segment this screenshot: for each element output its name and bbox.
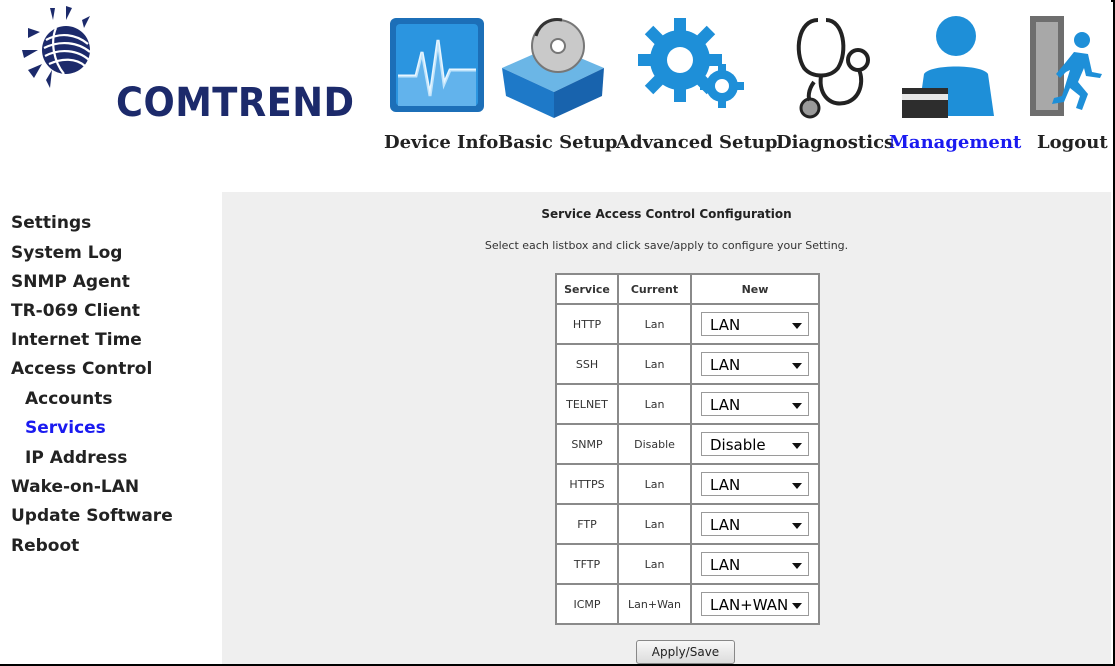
current-cell: Lan [618, 504, 691, 544]
sidebar-item-services[interactable]: Services [25, 418, 106, 438]
access-select[interactable]: LAN [701, 552, 809, 576]
service-cell: SSH [556, 344, 618, 384]
new-cell: LAN [691, 344, 819, 384]
sidebar-item-settings[interactable]: Settings [11, 213, 91, 233]
chevron-down-icon [792, 363, 802, 369]
access-select[interactable]: LAN [701, 392, 809, 416]
service-cell: TFTP [556, 544, 618, 584]
sidebar-item-accounts[interactable]: Accounts [25, 389, 112, 409]
header-current: Current [618, 274, 691, 304]
select-value: Disable [710, 436, 766, 454]
table-row: ICMP Lan+Wan LAN+WAN [556, 584, 819, 624]
sidebar-item-wake-on-lan[interactable]: Wake-on-LAN [11, 477, 139, 497]
new-cell: LAN [691, 464, 819, 504]
page-title: Service Access Control Configuration [541, 207, 792, 221]
new-cell: LAN [691, 544, 819, 584]
new-cell: Disable [691, 424, 819, 464]
new-cell: LAN [691, 504, 819, 544]
select-value: LAN [710, 316, 741, 334]
access-select[interactable]: LAN [701, 312, 809, 336]
table-row: SNMP Disable Disable [556, 424, 819, 464]
apply-save-button[interactable]: Apply/Save [636, 640, 735, 664]
user-card-icon[interactable] [896, 12, 1008, 120]
sidebar-item-system-log[interactable]: System Log [11, 243, 122, 263]
select-value: LAN [710, 396, 741, 414]
table-row: SSH Lan LAN [556, 344, 819, 384]
monitor-graph-icon[interactable] [384, 12, 490, 120]
select-value: LAN [710, 556, 741, 574]
comtrend-logo-icon [22, 6, 91, 88]
table-row: HTTP Lan LAN [556, 304, 819, 344]
service-cell: FTP [556, 504, 618, 544]
gears-icon[interactable] [634, 12, 750, 120]
main-content: Service Access Control Configuration Sel… [222, 192, 1111, 664]
sidebar-item-reboot[interactable]: Reboot [11, 536, 79, 556]
sidebar-item-snmp-agent[interactable]: SNMP Agent [11, 272, 130, 292]
sidebar: Settings System Log SNMP Agent TR-069 Cl… [0, 192, 222, 664]
current-cell: Disable [618, 424, 691, 464]
current-cell: Lan [618, 544, 691, 584]
header: COMTREND Device Info Basic Setup Advance… [0, 0, 1111, 192]
brand-name: COMTREND [116, 80, 355, 126]
chevron-down-icon [792, 403, 802, 409]
service-cell: ICMP [556, 584, 618, 624]
select-value: LAN+WAN [710, 596, 789, 614]
access-select[interactable]: LAN [701, 512, 809, 536]
table-row: HTTPS Lan LAN [556, 464, 819, 504]
nav-diagnostics[interactable]: Diagnostics [776, 132, 894, 153]
chevron-down-icon [792, 443, 802, 449]
sidebar-item-update-software[interactable]: Update Software [11, 506, 173, 526]
nav-logout[interactable]: Logout [1037, 132, 1108, 153]
exit-door-icon[interactable] [1026, 12, 1106, 120]
nav-basic-setup[interactable]: Basic Setup [498, 132, 618, 153]
current-cell: Lan [618, 304, 691, 344]
new-cell: LAN+WAN [691, 584, 819, 624]
current-cell: Lan [618, 384, 691, 424]
current-cell: Lan [618, 344, 691, 384]
access-select[interactable]: Disable [701, 432, 809, 456]
stethoscope-icon[interactable] [778, 12, 878, 120]
access-select[interactable]: LAN [701, 472, 809, 496]
box-disc-icon[interactable] [496, 12, 612, 120]
table-row: TELNET Lan LAN [556, 384, 819, 424]
header-service: Service [556, 274, 618, 304]
chevron-down-icon [792, 323, 802, 329]
access-select[interactable]: LAN+WAN [701, 592, 809, 616]
select-value: LAN [710, 476, 741, 494]
table-row: TFTP Lan LAN [556, 544, 819, 584]
access-select[interactable]: LAN [701, 352, 809, 376]
sidebar-item-internet-time[interactable]: Internet Time [11, 330, 142, 350]
chevron-down-icon [792, 523, 802, 529]
new-cell: LAN [691, 304, 819, 344]
chevron-down-icon [792, 483, 802, 489]
service-access-table: Service Current New HTTP Lan LAN SSH Lan… [555, 273, 820, 625]
header-new: New [691, 274, 819, 304]
sidebar-item-ip-address[interactable]: IP Address [25, 448, 127, 468]
current-cell: Lan [618, 464, 691, 504]
chevron-down-icon [792, 563, 802, 569]
service-cell: HTTPS [556, 464, 618, 504]
service-cell: SNMP [556, 424, 618, 464]
select-value: LAN [710, 516, 741, 534]
chevron-down-icon [792, 603, 802, 609]
nav-advanced-setup[interactable]: Advanced Setup [616, 132, 777, 153]
nav-management[interactable]: Management [889, 132, 1021, 153]
new-cell: LAN [691, 384, 819, 424]
select-value: LAN [710, 356, 741, 374]
sidebar-item-tr069-client[interactable]: TR-069 Client [11, 301, 140, 321]
current-cell: Lan+Wan [618, 584, 691, 624]
table-row: FTP Lan LAN [556, 504, 819, 544]
nav-device-info[interactable]: Device Info [384, 132, 498, 153]
table-header-row: Service Current New [556, 274, 819, 304]
service-cell: HTTP [556, 304, 618, 344]
page-description: Select each listbox and click save/apply… [484, 239, 849, 252]
service-cell: TELNET [556, 384, 618, 424]
sidebar-item-access-control[interactable]: Access Control [11, 359, 152, 379]
